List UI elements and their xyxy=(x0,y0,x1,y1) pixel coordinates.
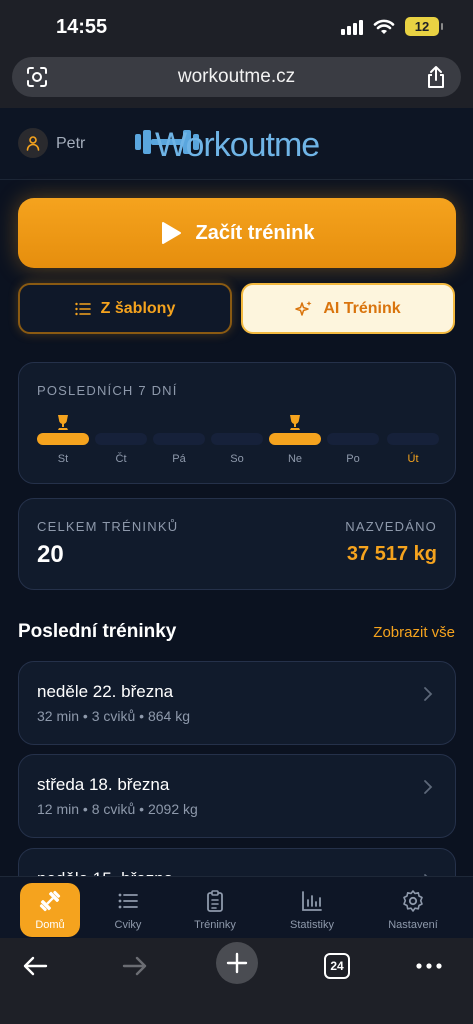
last-7-days-title: POSLEDNÍCH 7 DNÍ xyxy=(37,383,178,398)
day-label: So xyxy=(230,453,244,465)
play-icon xyxy=(161,222,181,244)
chevron-right-icon xyxy=(424,780,433,794)
day-label: Ne xyxy=(287,453,303,465)
arrow-right-icon xyxy=(122,956,147,976)
list-icon xyxy=(118,893,138,909)
tab-exercises[interactable]: Cviky xyxy=(98,883,158,937)
more-dots-icon xyxy=(416,963,442,969)
start-workout-label: Začít trénink xyxy=(195,221,315,244)
tab-statistics[interactable]: Statistiky xyxy=(282,883,342,937)
new-tab-button[interactable] xyxy=(216,942,258,984)
tab-label: Nastavení xyxy=(388,919,438,931)
logo-text: Workoutme xyxy=(155,126,320,164)
day-bar xyxy=(211,433,263,445)
sparkles-icon xyxy=(295,300,312,316)
week-days: St Čt Pá So Ne Po Út xyxy=(37,413,439,473)
app-header: Petr Workoutme xyxy=(0,108,473,180)
browser-toolbar: 24 xyxy=(0,938,473,1024)
bottom-tab-bar: Domů Cviky Tréninky Statistiky Nastavení xyxy=(0,876,473,938)
user-name[interactable]: Petr xyxy=(56,135,85,153)
day-item: Pá xyxy=(153,413,205,473)
tab-label: Statistiky xyxy=(289,919,334,931)
list-icon xyxy=(74,302,91,315)
tabs-count: 24 xyxy=(324,953,350,979)
stats-card: CELKEM TRÉNINKŮ 20 NAZVEDÁNO 37 517 kg xyxy=(18,498,456,590)
trophy-icon xyxy=(290,415,300,430)
workout-meta: 32 min • 3 cviků • 864 kg xyxy=(37,708,190,724)
dumbbell-icon xyxy=(39,890,61,912)
more-menu-button[interactable] xyxy=(409,946,449,986)
tabs-overview-button[interactable]: 24 xyxy=(317,946,357,986)
last-7-days-card: POSLEDNÍCH 7 DNÍ St Čt Pá So Ne Po Út xyxy=(18,362,456,484)
day-bar xyxy=(327,433,379,445)
status-bar: 14:55 12 xyxy=(0,0,473,54)
total-lifted-value: 37 517 kg xyxy=(346,543,437,565)
workout-meta: 12 min • 8 cviků • 2092 kg xyxy=(37,801,198,817)
trophy-icon xyxy=(58,415,68,430)
from-template-label: Z šablony xyxy=(100,299,176,317)
tab-label: Domů xyxy=(35,919,65,931)
recent-workouts-title: Poslední tréninky xyxy=(18,621,177,642)
show-all-link[interactable]: Zobrazit vše xyxy=(373,624,455,641)
gear-icon xyxy=(403,890,423,912)
ai-workout-label: AI Trénink xyxy=(323,299,401,317)
share-icon[interactable] xyxy=(425,65,447,89)
tab-label: Cviky xyxy=(114,919,142,931)
workout-list-item[interactable]: neděle 22. března 32 min • 3 cviků • 864… xyxy=(18,661,456,745)
day-label: Čt xyxy=(115,453,127,465)
user-icon xyxy=(26,136,40,151)
battery-icon: 12 xyxy=(405,17,443,36)
day-item: So xyxy=(211,413,263,473)
tab-workouts[interactable]: Tréninky xyxy=(185,883,245,937)
clipboard-icon xyxy=(207,890,223,912)
url-text: workoutme.cz xyxy=(177,66,296,87)
back-button[interactable] xyxy=(15,946,55,986)
day-label: St xyxy=(57,453,69,465)
day-bar xyxy=(387,433,439,445)
day-label-today: Út xyxy=(407,453,419,465)
tab-settings[interactable]: Nastavení xyxy=(383,883,443,937)
day-item: Po xyxy=(327,413,379,473)
plus-icon xyxy=(226,952,248,974)
total-lifted-label: NAZVEDÁNO xyxy=(345,519,437,534)
total-workouts-label: CELKEM TRÉNINKŮ xyxy=(37,519,179,534)
day-item: Čt xyxy=(95,413,147,473)
tab-home[interactable]: Domů xyxy=(20,883,80,937)
workout-date: neděle 22. března xyxy=(37,682,174,701)
workout-list-item[interactable]: středa 18. března 12 min • 8 cviků • 209… xyxy=(18,754,456,838)
status-time: 14:55 xyxy=(56,16,108,38)
workoutme-logo[interactable]: Workoutme xyxy=(133,124,333,170)
status-icons: 12 xyxy=(341,17,443,36)
bar-chart-icon xyxy=(302,891,322,911)
day-label: Po xyxy=(346,453,360,465)
day-item: Út xyxy=(387,413,439,473)
chevron-right-icon xyxy=(424,687,433,701)
url-bar[interactable]: workoutme.cz xyxy=(12,57,461,97)
day-bar xyxy=(153,433,205,445)
day-label: Pá xyxy=(172,453,186,465)
day-bar xyxy=(37,433,89,445)
day-bar xyxy=(269,433,321,445)
workout-date: středa 18. března xyxy=(37,775,170,794)
day-item: St xyxy=(37,413,89,473)
ai-workout-button[interactable]: AI Trénink xyxy=(241,283,455,334)
cellular-signal-icon xyxy=(341,19,363,35)
page-settings-icon[interactable] xyxy=(26,66,48,88)
day-bar xyxy=(95,433,147,445)
from-template-button[interactable]: Z šablony xyxy=(18,283,232,334)
wifi-icon xyxy=(373,19,395,34)
tab-label: Tréninky xyxy=(194,919,236,931)
arrow-left-icon xyxy=(23,956,48,976)
forward-button[interactable] xyxy=(115,946,155,986)
day-item: Ne xyxy=(269,413,321,473)
browser-url-area: workoutme.cz xyxy=(0,54,473,108)
start-workout-button[interactable]: Začít trénink xyxy=(18,198,456,268)
total-workouts-value: 20 xyxy=(37,541,64,568)
avatar[interactable] xyxy=(18,128,48,158)
